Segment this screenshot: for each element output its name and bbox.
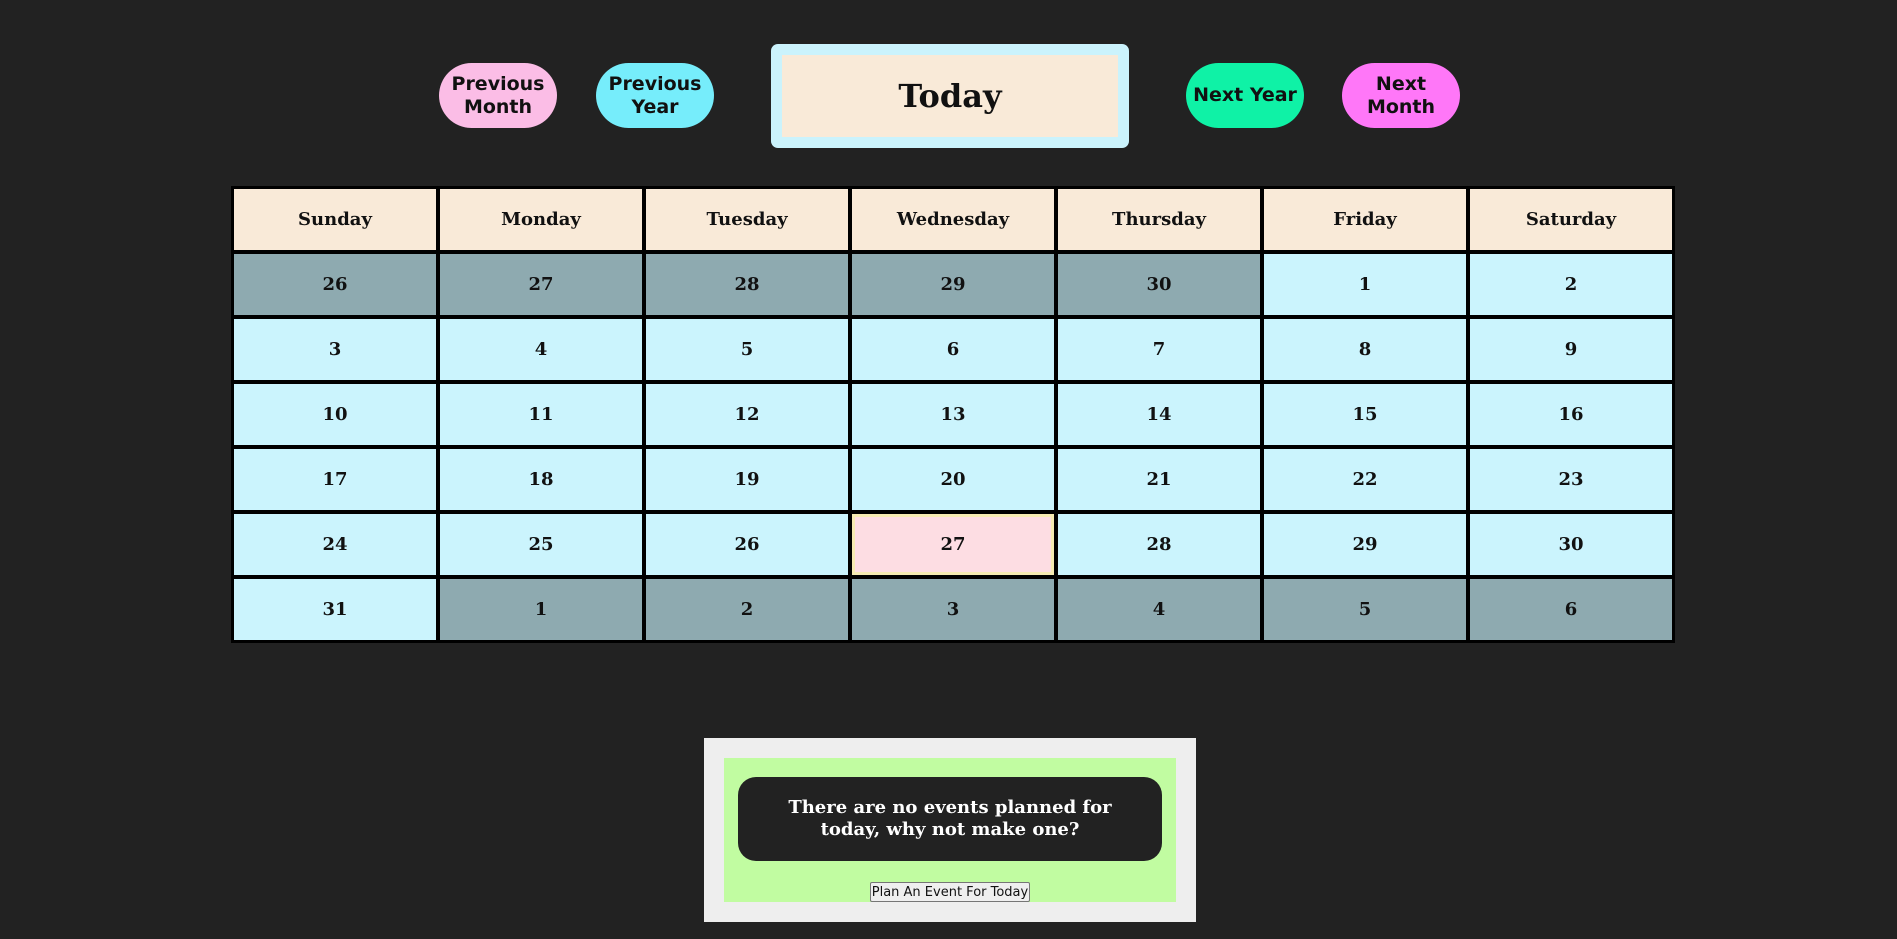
day-cell[interactable]: 6	[852, 319, 1054, 380]
no-events-message: There are no events planned for today, w…	[738, 777, 1162, 861]
weekday-header-monday: Monday	[440, 189, 642, 250]
day-cell-adjacent-month[interactable]: 2	[646, 579, 848, 640]
day-cell-adjacent-month[interactable]: 26	[234, 254, 436, 315]
today-button[interactable]: Today	[771, 44, 1129, 148]
day-cell[interactable]: 24	[234, 514, 436, 575]
day-cell[interactable]: 4	[440, 319, 642, 380]
plan-event-button[interactable]: Plan An Event For Today	[870, 882, 1030, 902]
day-cell[interactable]: 17	[234, 449, 436, 510]
day-cell-adjacent-month[interactable]: 4	[1058, 579, 1260, 640]
day-cell-adjacent-month[interactable]: 30	[1058, 254, 1260, 315]
day-cell[interactable]: 15	[1264, 384, 1466, 445]
day-cell[interactable]: 12	[646, 384, 848, 445]
weekday-header-tuesday: Tuesday	[646, 189, 848, 250]
day-cell-adjacent-month[interactable]: 5	[1264, 579, 1466, 640]
day-cell-adjacent-month[interactable]: 28	[646, 254, 848, 315]
day-cell[interactable]: 11	[440, 384, 642, 445]
day-cell-today[interactable]: 27	[852, 514, 1054, 575]
previous-year-button[interactable]: Previous Year	[596, 63, 714, 128]
day-cell[interactable]: 3	[234, 319, 436, 380]
day-cell[interactable]: 28	[1058, 514, 1260, 575]
day-cell[interactable]: 23	[1470, 449, 1672, 510]
day-cell[interactable]: 1	[1264, 254, 1466, 315]
next-month-button[interactable]: Next Month	[1342, 63, 1460, 128]
day-cell-adjacent-month[interactable]: 27	[440, 254, 642, 315]
day-cell[interactable]: 8	[1264, 319, 1466, 380]
day-cell[interactable]: 9	[1470, 319, 1672, 380]
day-cell[interactable]: 7	[1058, 319, 1260, 380]
next-year-button[interactable]: Next Year	[1186, 63, 1304, 128]
weekday-header-friday: Friday	[1264, 189, 1466, 250]
events-panel: There are no events planned for today, w…	[704, 738, 1196, 922]
events-panel-inner: There are no events planned for today, w…	[724, 758, 1176, 902]
today-label: Today	[782, 55, 1118, 137]
day-cell[interactable]: 14	[1058, 384, 1260, 445]
weekday-header-saturday: Saturday	[1470, 189, 1672, 250]
day-cell[interactable]: 29	[1264, 514, 1466, 575]
day-cell-adjacent-month[interactable]: 6	[1470, 579, 1672, 640]
day-cell[interactable]: 22	[1264, 449, 1466, 510]
weekday-header-sunday: Sunday	[234, 189, 436, 250]
weekday-header-thursday: Thursday	[1058, 189, 1260, 250]
day-cell[interactable]: 5	[646, 319, 848, 380]
day-cell[interactable]: 19	[646, 449, 848, 510]
day-cell[interactable]: 18	[440, 449, 642, 510]
day-cell[interactable]: 31	[234, 579, 436, 640]
day-cell-adjacent-month[interactable]: 29	[852, 254, 1054, 315]
calendar-nav: Previous Month Previous Year Today Next …	[0, 0, 1897, 160]
day-cell-adjacent-month[interactable]: 3	[852, 579, 1054, 640]
day-cell[interactable]: 26	[646, 514, 848, 575]
previous-month-button[interactable]: Previous Month	[439, 63, 557, 128]
calendar-grid: Sunday Monday Tuesday Wednesday Thursday Frid…	[231, 186, 1675, 643]
day-cell[interactable]: 21	[1058, 449, 1260, 510]
day-cell[interactable]: 20	[852, 449, 1054, 510]
day-cell[interactable]: 30	[1470, 514, 1672, 575]
day-cell[interactable]: 2	[1470, 254, 1672, 315]
weekday-header-wednesday: Wednesday	[852, 189, 1054, 250]
day-cell[interactable]: 10	[234, 384, 436, 445]
day-cell[interactable]: 25	[440, 514, 642, 575]
day-cell[interactable]: 13	[852, 384, 1054, 445]
day-cell-adjacent-month[interactable]: 1	[440, 579, 642, 640]
day-cell[interactable]: 16	[1470, 384, 1672, 445]
